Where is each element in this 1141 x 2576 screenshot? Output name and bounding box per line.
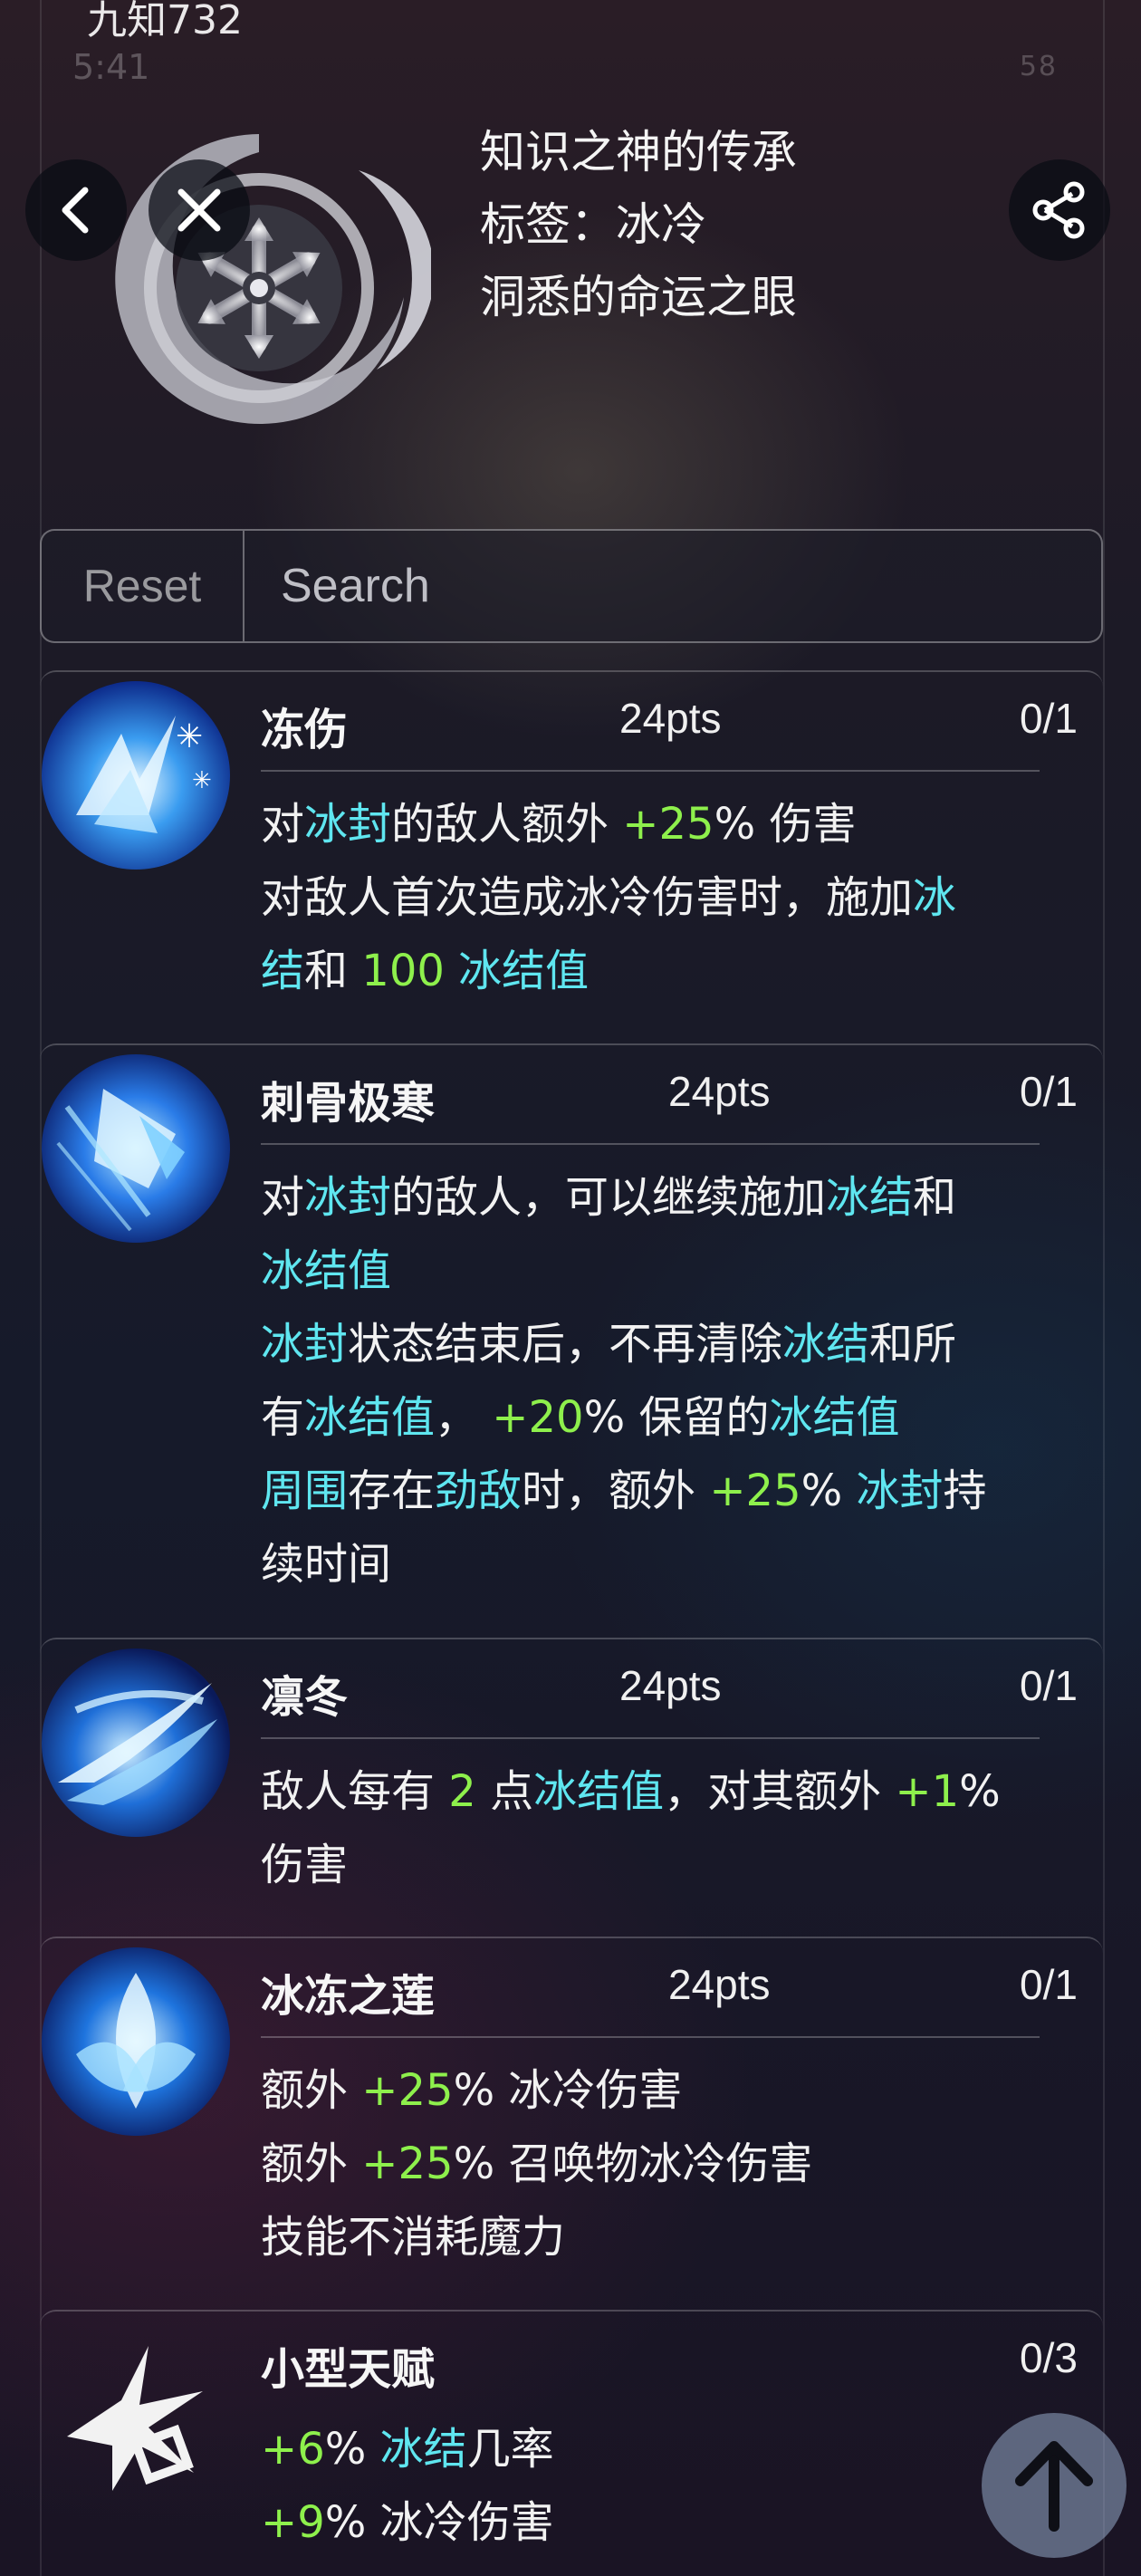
talent-card[interactable]: 凛冬 24pts 0/1 敌人每有 2 点冰结值，对其额外 +1% 伤害 — [40, 1638, 1103, 1937]
back-button[interactable] — [25, 159, 127, 261]
share-icon — [1032, 181, 1085, 239]
talent-name: 冻伤 — [261, 705, 349, 755]
inheritance-title: 知识之神的传承 — [480, 126, 797, 178]
talent-level: 0/1 — [1020, 1961, 1078, 2008]
talent-description: 对冰封的敌人，可以继续施加冰结和 冰结值 冰封状态结束后，不再清除冰结和所 有冰… — [261, 1172, 987, 1590]
talent-name: 凛冬 — [261, 1672, 349, 1723]
talent-card[interactable]: 冰冻之莲 24pts 0/1 额外 +25% 冰冷伤害 额外 +25% 召唤物冰… — [40, 1937, 1103, 2310]
frame-line-right — [1103, 0, 1105, 2576]
reset-button[interactable]: Reset — [42, 531, 244, 641]
chevron-left-icon — [62, 187, 89, 234]
status-battery: 58 — [1020, 51, 1058, 82]
talent-name: 刺骨极寒 — [261, 1078, 436, 1129]
close-button[interactable] — [149, 159, 250, 261]
talent-card[interactable]: 小型天赋 0/3 +6% 冰结几率 +9% 冰冷伤害 — [40, 2310, 1103, 2576]
subtitle: 洞悉的命运之眼 — [480, 271, 797, 323]
talent-level: 0/1 — [1020, 1662, 1078, 1709]
search-input[interactable] — [244, 531, 1101, 641]
status-time: 5:41 — [72, 47, 150, 87]
ghost-title: 九知732 — [87, 0, 243, 43]
arrow-up-icon — [1015, 2441, 1093, 2532]
talent-points: 24pts — [619, 695, 722, 742]
minor-talent-icon — [67, 2346, 203, 2491]
talent-name: 小型天赋 — [261, 2344, 436, 2395]
talent-points: 24pts — [619, 1662, 722, 1709]
talent-description: 额外 +25% 冰冷伤害 额外 +25% 召唤物冰冷伤害 技能不消耗魔力 — [261, 2065, 813, 2263]
talent-level: 0/3 — [1020, 2334, 1078, 2381]
talent-description: +6% 冰结几率 +9% 冰冷伤害 — [261, 2424, 554, 2548]
svg-text:✳: ✳ — [192, 767, 212, 794]
snowflake-emblem-icon — [115, 134, 431, 424]
divider — [261, 770, 1040, 772]
talent-level: 0/1 — [1020, 695, 1078, 742]
divider — [261, 1737, 1040, 1739]
tag-label: 标签：冰冷 — [480, 198, 706, 251]
talent-card[interactable]: ✳ ✳ 冻伤 24pts 0/1 对冰封的敌人额外 +25% 伤害 对敌人首次造… — [40, 670, 1103, 1043]
header-info: 知识之神的传承 标签：冰冷 洞悉的命运之眼 — [480, 116, 797, 333]
close-icon — [177, 188, 221, 232]
battery-level: 58 — [1019, 51, 1058, 82]
divider — [261, 2036, 1040, 2038]
search-bar: Reset — [40, 529, 1103, 643]
share-button[interactable] — [1009, 159, 1110, 261]
talent-description: 敌人每有 2 点冰结值，对其额外 +1% 伤害 — [261, 1766, 1001, 1890]
svg-text:✳: ✳ — [176, 718, 203, 755]
talent-name: 冰冻之莲 — [261, 1971, 436, 2022]
talent-card[interactable]: 刺骨极寒 24pts 0/1 对冰封的敌人，可以继续施加冰结和 冰结值 冰封状态… — [40, 1043, 1103, 1638]
winter-wave-icon — [42, 1648, 230, 1837]
talent-description: 对冰封的敌人额外 +25% 伤害 对敌人首次造成冰冷伤害时，施加冰 结和 100… — [261, 799, 957, 996]
scroll-to-top-button[interactable] — [982, 2413, 1127, 2558]
frost-shard-icon: ✳ ✳ — [42, 681, 230, 870]
divider — [261, 1143, 1040, 1145]
ice-blade-icon — [42, 1054, 230, 1243]
talent-level: 0/1 — [1020, 1068, 1078, 1115]
talent-points: 24pts — [668, 1068, 771, 1115]
ice-lotus-icon — [42, 1947, 230, 2136]
talent-points: 24pts — [668, 1961, 771, 2008]
